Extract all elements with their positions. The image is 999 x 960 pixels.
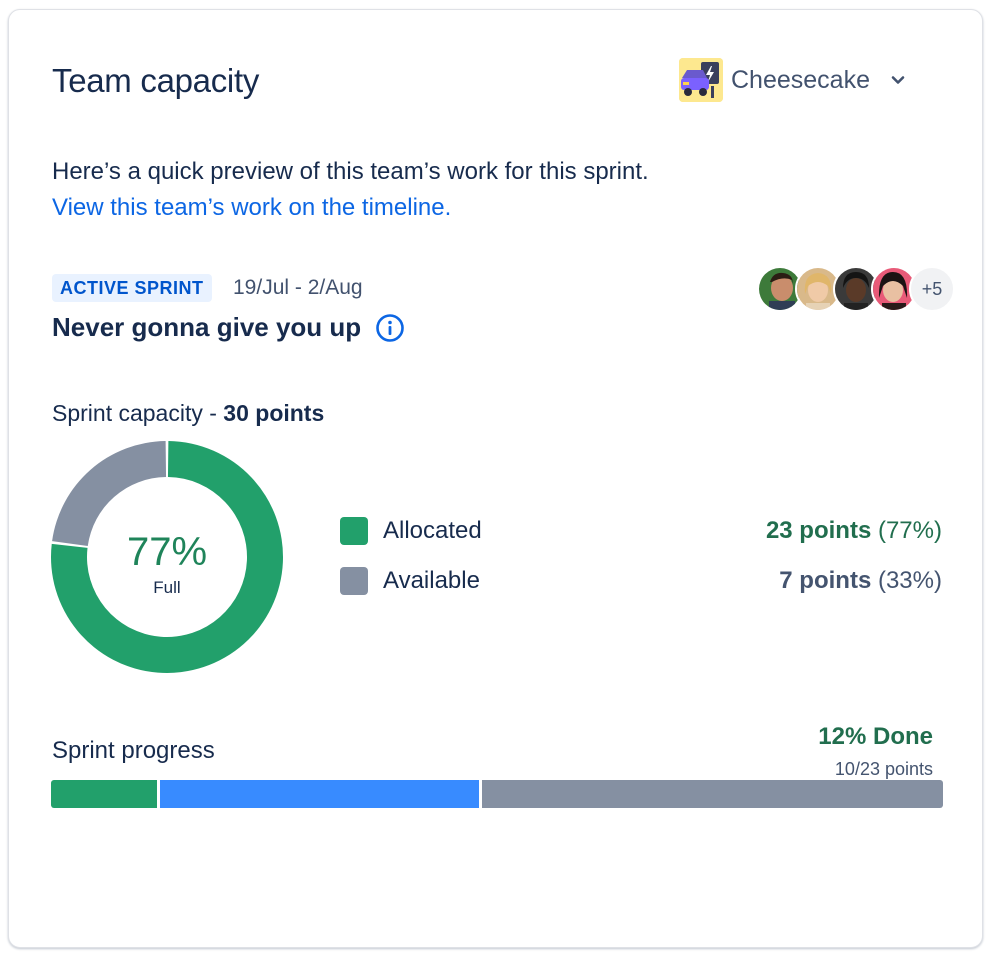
team-avatar-icon (679, 58, 723, 102)
sprint-progress-label: Sprint progress (52, 737, 215, 764)
sprint-name: Never gonna give you up (52, 312, 362, 342)
more-members-count[interactable]: +5 (909, 266, 955, 312)
chevron-down-icon[interactable] (888, 70, 908, 90)
team-picker[interactable]: Cheesecake (679, 58, 908, 102)
allocated-value: 23 points (77%) (765, 517, 942, 544)
sprint-progress-bar (51, 780, 943, 808)
team-name: Cheesecake (731, 65, 870, 94)
sprint-capacity-label: Sprint capacity - 30 points (52, 400, 325, 426)
capacity-percent-caption: Full (153, 578, 181, 597)
progress-segment-done (51, 780, 158, 808)
card-title: Team capacity (52, 62, 260, 99)
sprint-capacity-total: 30 points (223, 400, 325, 426)
legend-allocated: Allocated 23 points (77%) (340, 516, 942, 546)
progress-done-text: 12% Done (818, 723, 933, 750)
sprint-name-row: Never gonna give you up (52, 312, 405, 343)
legend-available: Available 7 points (33%) (340, 566, 942, 596)
capacity-percent: 77% (126, 530, 208, 574)
info-icon[interactable] (375, 313, 405, 343)
available-value: 7 points (33%) (779, 567, 942, 594)
sprint-dates: 19/Jul - 2/Aug (233, 276, 363, 299)
intro-description: Here’s a quick preview of this team’s wo… (52, 158, 649, 185)
team-capacity-card: Team capacity Cheesecake Here’s a quick … (8, 9, 983, 948)
progress-segment-in-progress (160, 780, 480, 808)
legend-label: Available (383, 567, 480, 594)
sprint-status-badge: ACTIVE SPRINT (52, 274, 212, 302)
progress-points-text: 10/23 points (834, 759, 933, 779)
member-avatar-group[interactable]: +5 (757, 266, 955, 312)
allocated-swatch (340, 517, 368, 545)
legend-label: Allocated (383, 517, 482, 544)
available-swatch (340, 567, 368, 595)
timeline-link[interactable]: View this team’s work on the timeline. (52, 190, 451, 226)
progress-segment-to-do (482, 780, 943, 808)
